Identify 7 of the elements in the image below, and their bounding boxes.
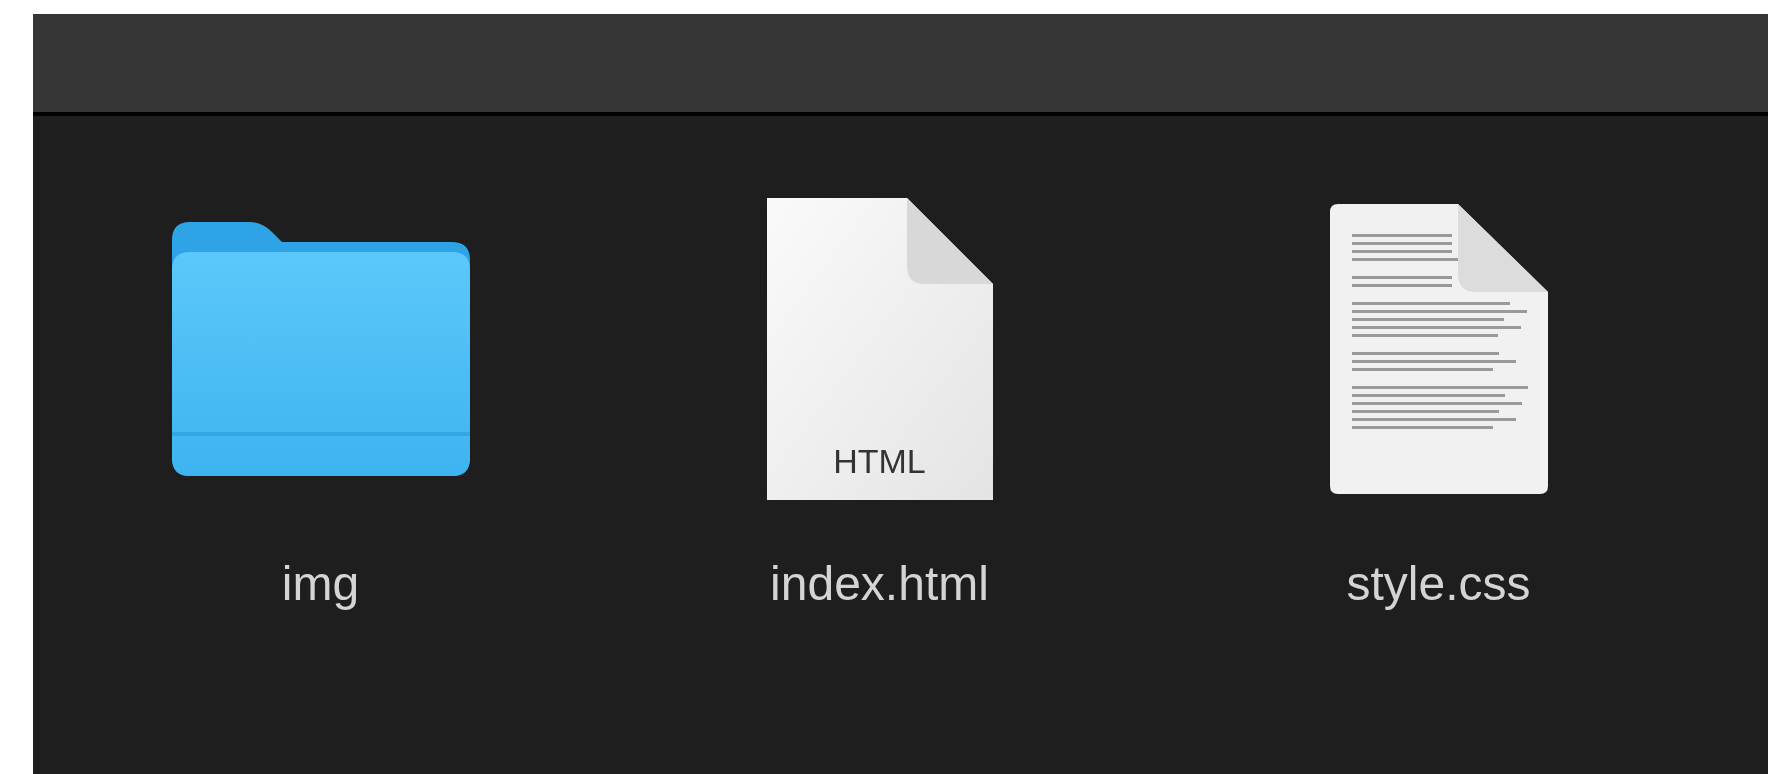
folder-icon (171, 222, 470, 476)
text-document-icon (1329, 204, 1548, 494)
file-name[interactable]: index.html (770, 560, 989, 608)
file-type-label: HTML (832, 444, 927, 478)
html-document-icon (766, 198, 993, 500)
file-name[interactable]: style.css (1346, 560, 1531, 608)
file-name[interactable]: img (281, 560, 360, 608)
